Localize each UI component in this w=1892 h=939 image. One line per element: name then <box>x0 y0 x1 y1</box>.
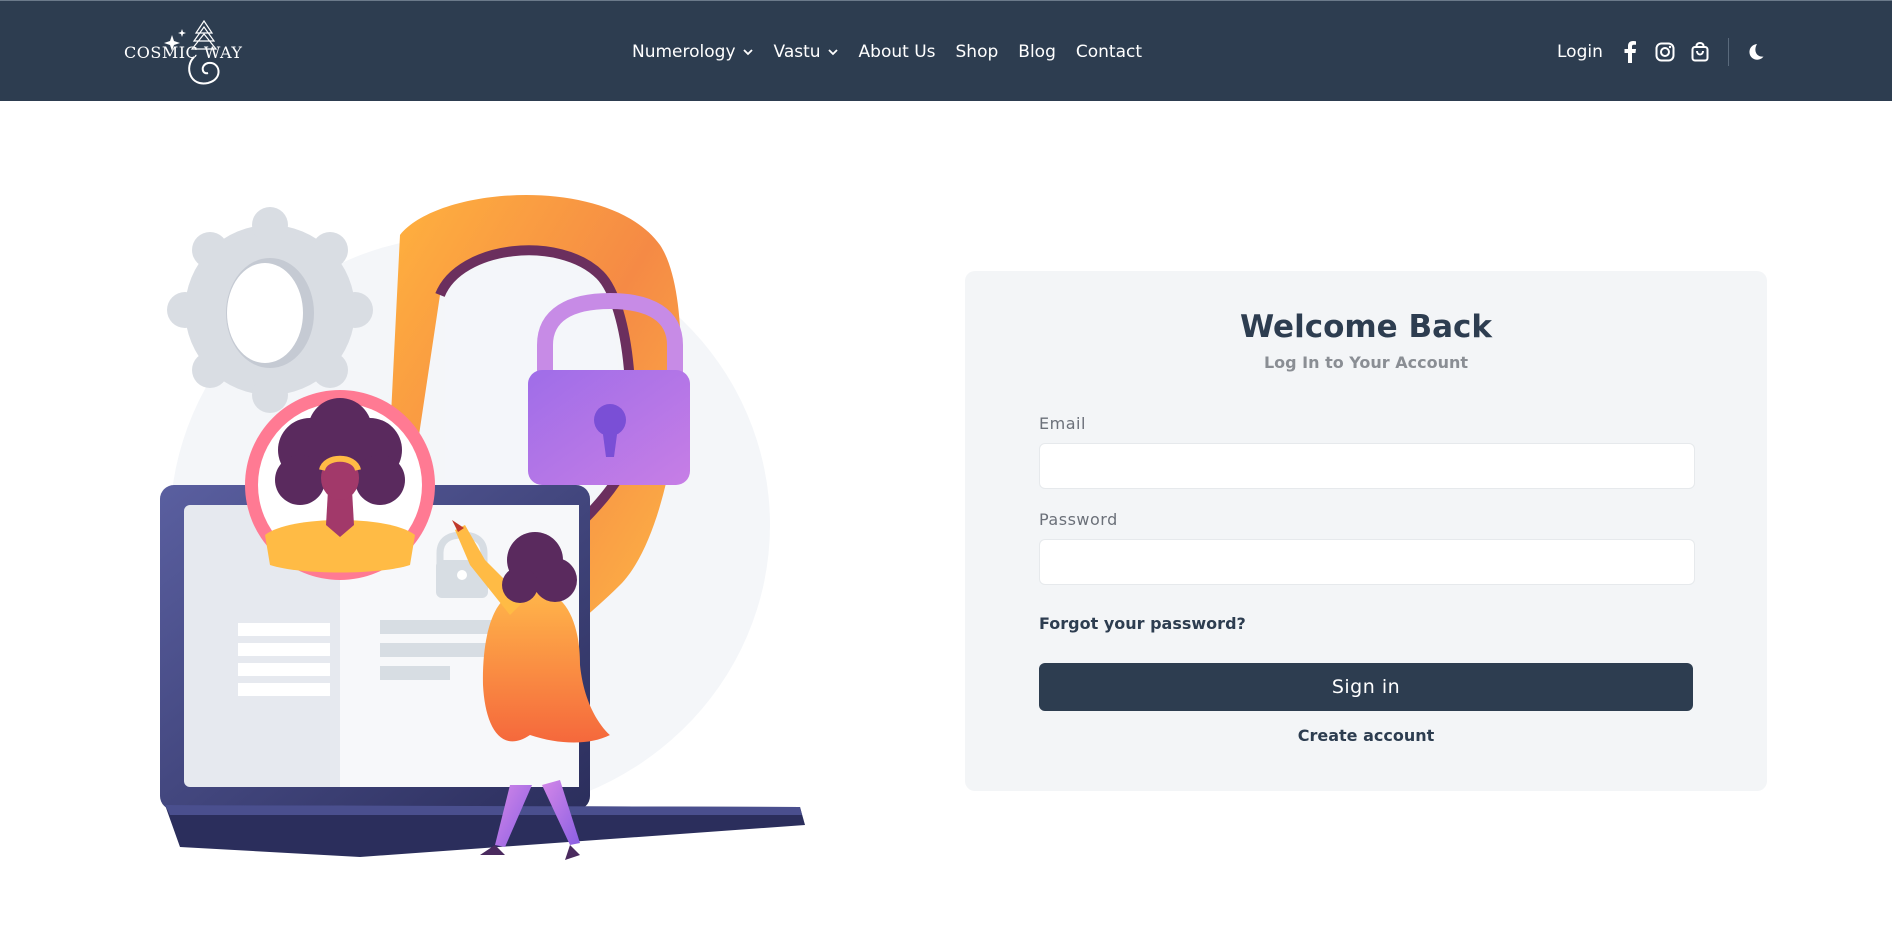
logo-text: COSMIC WAY <box>124 43 243 62</box>
nav-item-shop[interactable]: Shop <box>956 42 999 62</box>
login-link[interactable]: Login <box>1557 42 1603 62</box>
create-account-link[interactable]: Create account <box>965 726 1767 745</box>
nav-item-label: Numerology <box>632 42 736 62</box>
login-subtitle: Log In to Your Account <box>1263 353 1469 372</box>
nav-item-label: Blog <box>1018 42 1056 62</box>
email-field[interactable] <box>1039 443 1695 489</box>
chevron-down-icon <box>742 49 753 56</box>
nav-item-contact[interactable]: Contact <box>1076 42 1142 62</box>
nav-item-label: Vastu <box>773 42 821 62</box>
nav-item-label: About Us <box>858 42 936 62</box>
header-actions: Login <box>1557 35 1778 69</box>
header-divider <box>1727 38 1729 66</box>
forgot-password-link[interactable]: Forgot your password? <box>1039 614 1246 633</box>
email-label: Email <box>1039 414 1086 433</box>
facebook-icon[interactable] <box>1619 41 1641 63</box>
password-label: Password <box>1039 510 1118 529</box>
nav-item-label: Shop <box>955 42 999 62</box>
top-navbar: COSMIC WAY Numerology Vastu About Us Sho… <box>0 0 1892 101</box>
nav-item-about-us[interactable]: About Us <box>859 42 936 62</box>
nav-item-vastu[interactable]: Vastu <box>774 42 839 62</box>
shopping-bag-icon[interactable] <box>1689 41 1711 63</box>
login-card: Welcome Back Log In to Your Account Emai… <box>965 271 1767 791</box>
login-security-illustration <box>160 195 805 860</box>
moon-icon[interactable] <box>1743 41 1765 63</box>
nav-item-blog[interactable]: Blog <box>1018 42 1056 62</box>
nav-item-numerology[interactable]: Numerology <box>632 42 754 62</box>
login-title: Welcome Back <box>1239 309 1493 345</box>
main-nav: Numerology Vastu About Us Shop Blog Cont… <box>632 39 1162 65</box>
cosmic-way-logo[interactable]: COSMIC WAY <box>124 17 242 89</box>
chevron-down-icon <box>827 49 838 56</box>
instagram-icon[interactable] <box>1654 41 1676 63</box>
sign-in-button[interactable]: Sign in <box>1039 663 1693 711</box>
nav-item-label: Contact <box>1075 42 1142 62</box>
password-field[interactable] <box>1039 539 1695 585</box>
